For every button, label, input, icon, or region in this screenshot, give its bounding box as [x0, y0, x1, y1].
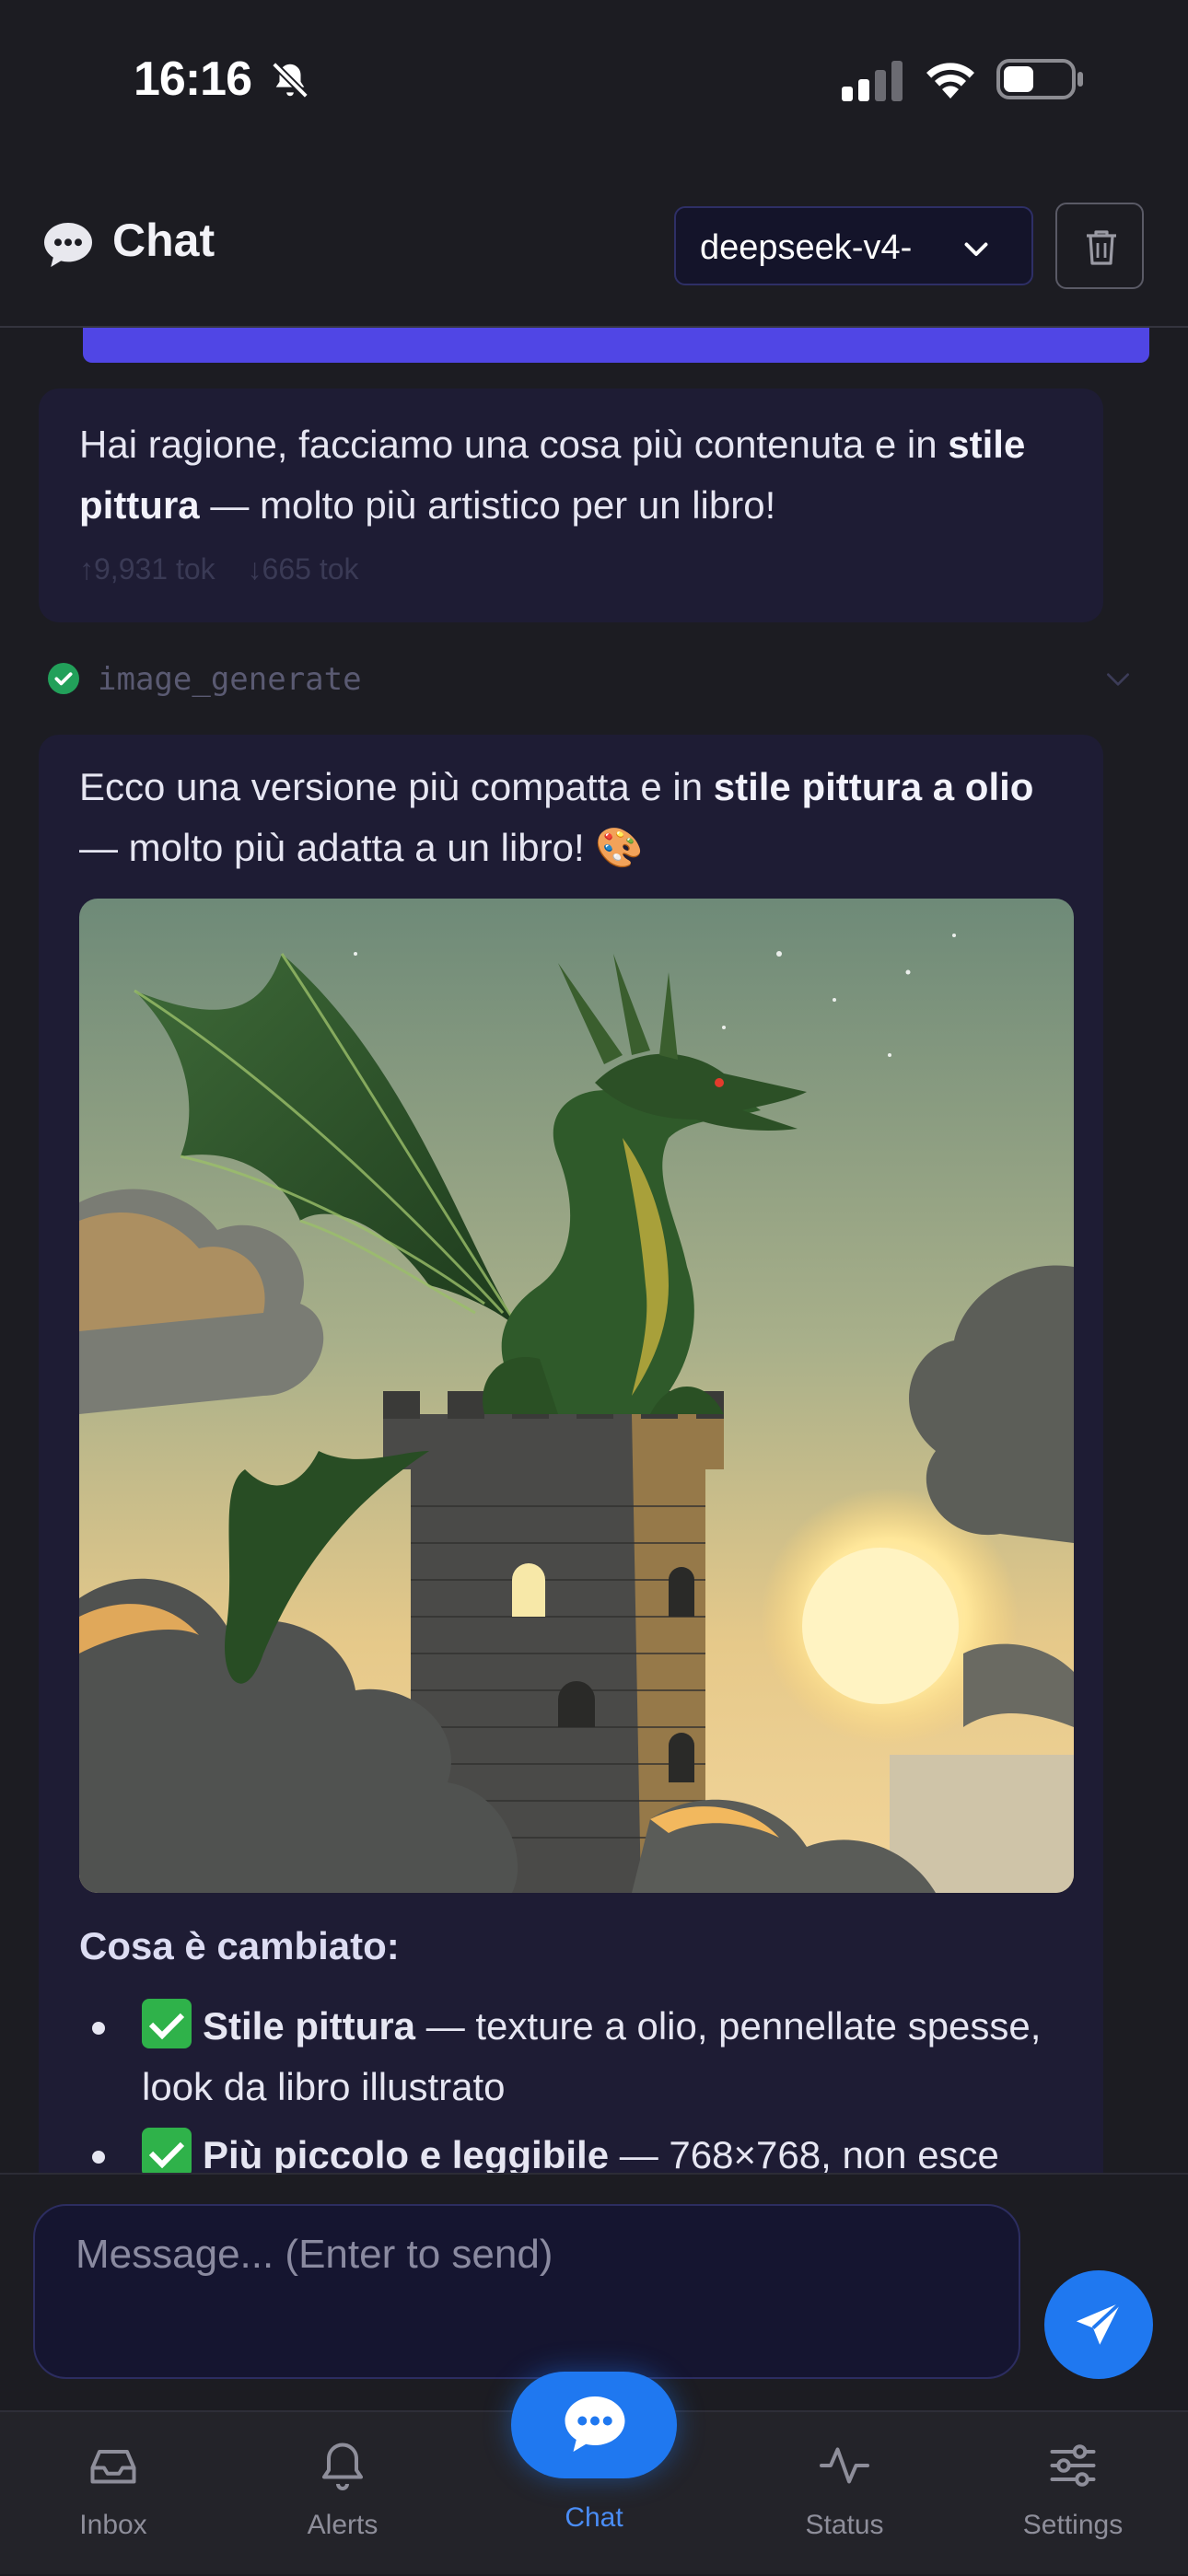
model-select[interactable]: deepseek-v4- — [674, 206, 1033, 285]
bell-off-icon — [272, 62, 309, 99]
tab-label: Alerts — [307, 2510, 379, 2540]
section-heading: Cosa è cambiato: — [79, 1924, 400, 1967]
tab-label-active: Chat — [565, 2502, 623, 2533]
assistant-message: Ecco una versione più compatta e in stil… — [39, 735, 1103, 2173]
page-title: Chat — [112, 215, 215, 266]
chevron-down-icon[interactable] — [1103, 665, 1133, 694]
tool-call-row[interactable]: image_generate — [48, 656, 1144, 702]
trash-icon — [1087, 230, 1116, 265]
message-bold-text: stile pittura a olio — [713, 765, 1034, 808]
activity-icon — [820, 2447, 869, 2484]
status-time: 16:16 — [134, 52, 252, 106]
token-usage: ↑9,931 tok ↓665 tok — [79, 552, 383, 586]
chat-bubble-icon — [44, 223, 92, 267]
sliders-icon — [1050, 2444, 1096, 2487]
tool-name: image_generate — [98, 661, 362, 698]
tab-inbox[interactable]: Inbox — [3, 2412, 224, 2576]
change-list: Stile pittura — texture a olio, pennella… — [79, 1996, 1074, 2173]
assistant-message-text: Ecco una versione più compatta e in stil… — [79, 757, 1055, 878]
list-item-text: — 768×768, non esce — [609, 2133, 999, 2173]
message-text-segment: Ecco una versione più compatta e in — [79, 765, 714, 808]
tab-label: Inbox — [79, 2510, 147, 2540]
check-mark-icon — [142, 2128, 192, 2173]
message-input[interactable] — [33, 2204, 1020, 2379]
tab-alerts[interactable]: Alerts — [232, 2412, 453, 2576]
list-item: Più piccolo e leggibile — 768×768, non e… — [79, 2125, 1074, 2173]
check-mark-icon — [142, 1999, 192, 2048]
list-item: Stile pittura — texture a olio, pennella… — [79, 1996, 1074, 2118]
tab-settings[interactable]: Settings — [962, 2412, 1183, 2576]
paper-plane-icon — [1076, 2301, 1123, 2345]
chevron-down-icon — [964, 242, 988, 256]
app-header: Chat deepseek-v4- — [0, 166, 1188, 328]
generated-image[interactable] — [79, 899, 1074, 1893]
tab-chat[interactable] — [511, 2372, 677, 2478]
dragon-tower-illustration — [79, 899, 1074, 1893]
list-item-bold: Più piccolo e leggibile — [203, 2133, 610, 2173]
user-message-bubble — [83, 328, 1149, 363]
check-circle-icon — [48, 663, 79, 694]
bell-icon — [322, 2443, 363, 2490]
message-text-segment: Hai ragione, facciamo una cosa più conte… — [79, 423, 949, 466]
message-list[interactable]: Hai ragione, facciamo una cosa più conte… — [0, 328, 1188, 2173]
tab-label: Settings — [1022, 2510, 1124, 2540]
signal-icon — [842, 61, 903, 101]
tokens-in: ↑9,931 tok — [79, 552, 215, 586]
send-button[interactable] — [1044, 2270, 1153, 2379]
tokens-out: ↓665 tok — [247, 552, 359, 586]
wifi-icon — [926, 63, 974, 99]
inbox-icon — [90, 2450, 136, 2484]
message-text-segment: — molto più artistico per un libro! — [199, 483, 776, 527]
chat-bubble-icon — [565, 2396, 625, 2452]
model-select-value: deepseek-v4- — [700, 228, 913, 267]
tab-label: Status — [805, 2510, 884, 2540]
list-item-bold: Stile pittura — [203, 2004, 416, 2048]
assistant-message: Hai ragione, facciamo una cosa più conte… — [39, 389, 1103, 622]
message-text-segment: — molto più adatta a un libro! 🎨 — [79, 826, 644, 869]
status-bar: 16:16 — [0, 0, 1188, 166]
battery-icon — [996, 59, 1083, 99]
assistant-message-text: Hai ragione, facciamo una cosa più conte… — [79, 414, 1055, 536]
clear-chat-button[interactable] — [1055, 203, 1144, 289]
tab-status[interactable]: Status — [734, 2412, 955, 2576]
